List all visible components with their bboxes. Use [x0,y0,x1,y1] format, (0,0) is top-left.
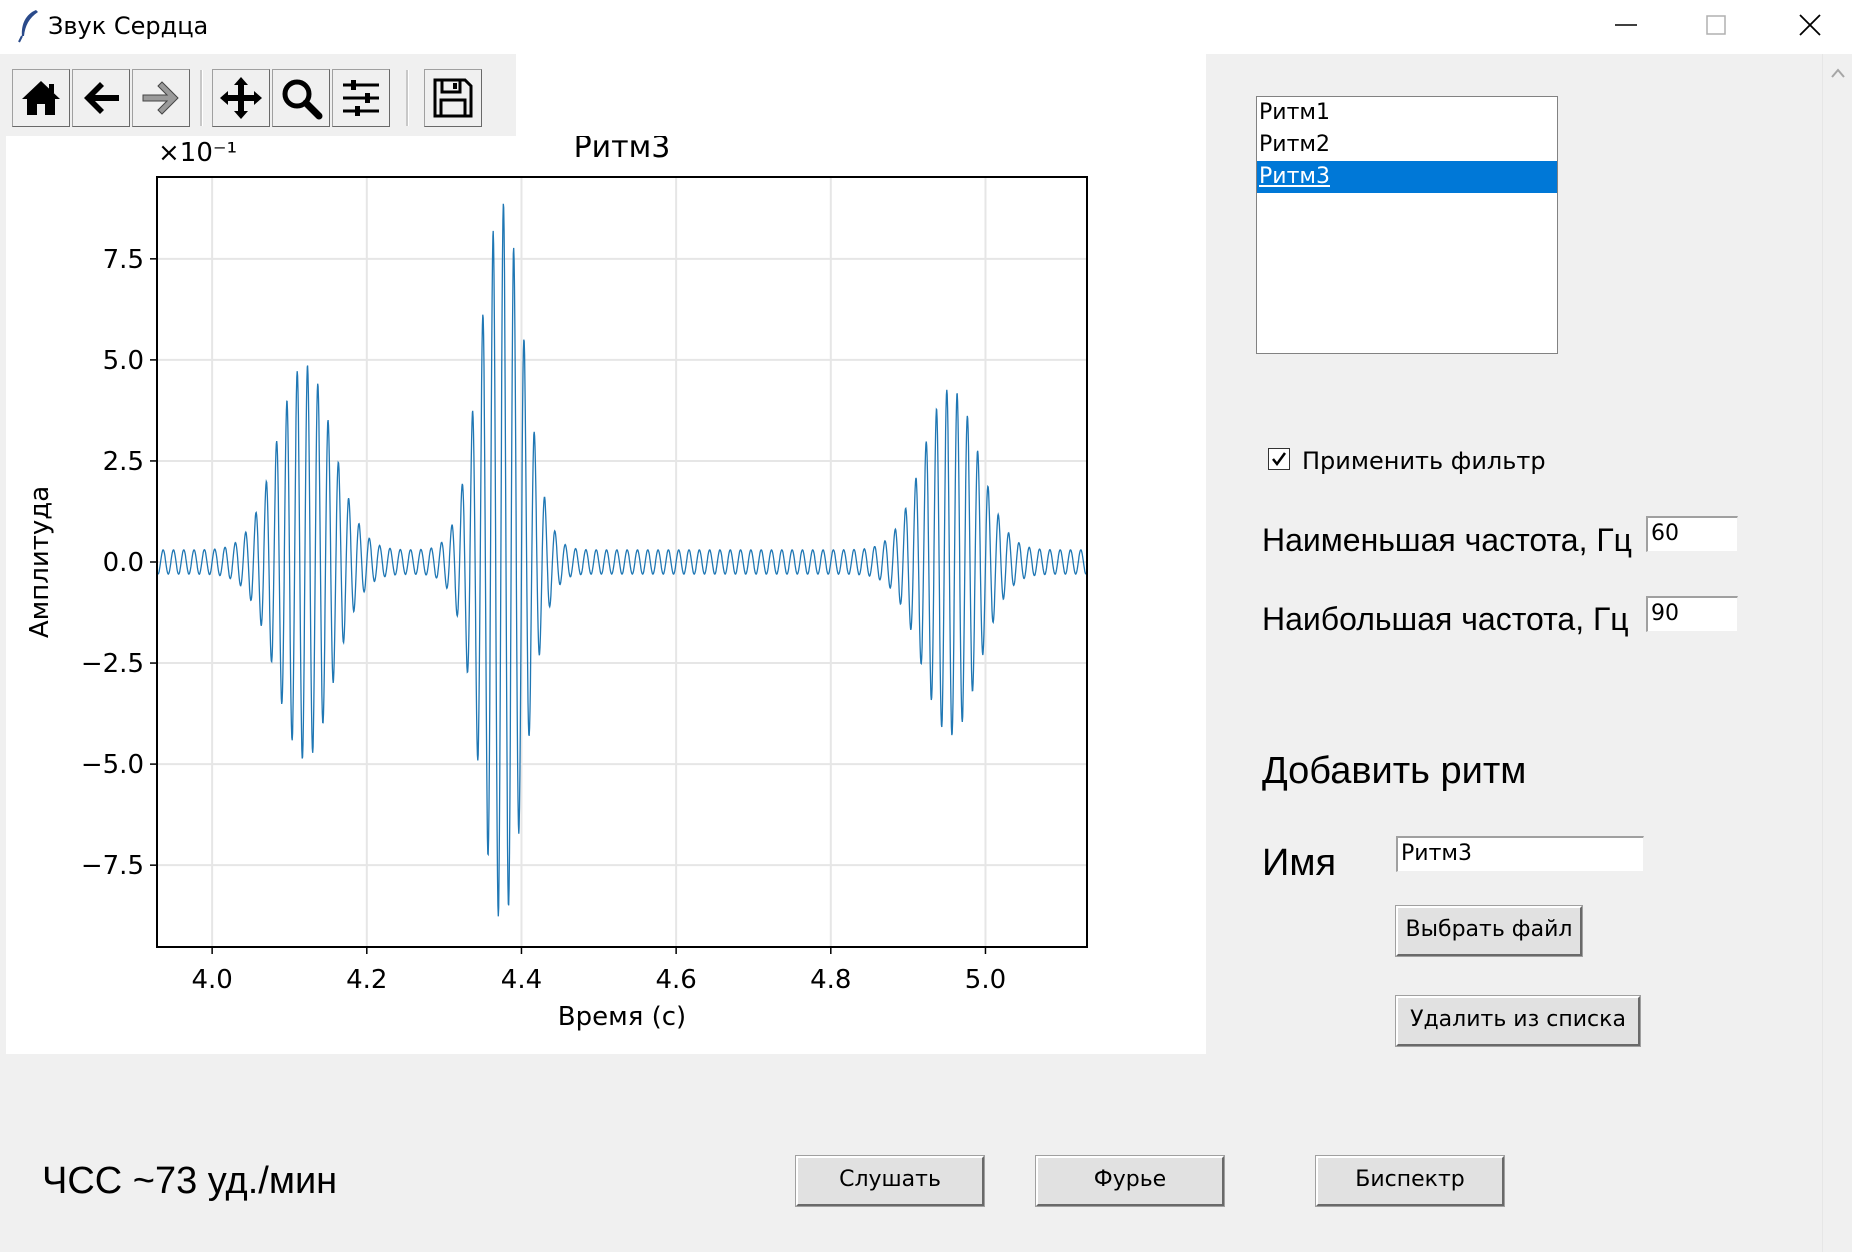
minimize-icon [1615,24,1637,26]
configure-subplots-button[interactable] [332,69,390,127]
add-rhythm-title: Добавить ритм [1262,750,1527,792]
choose-file-button[interactable]: Выбрать файл [1395,905,1583,957]
y-tick-label: 7.5 [103,245,144,275]
x-tick-label: 4.2 [346,965,387,995]
window-title: Звук Сердца [48,12,209,40]
toolbar-separator [406,70,409,126]
back-icon [84,82,119,114]
zoom-icon [282,79,323,120]
chart-grid [158,178,1086,946]
x-tick-label: 5.0 [965,965,1006,995]
x-tick-label: 4.0 [191,965,232,995]
pan-button[interactable] [212,69,270,127]
name-label: Имя [1262,842,1337,884]
x-axis-ticks: 4.0 4.2 4.4 4.6 4.8 5.0 [191,946,1006,995]
title-bar: Звук Сердца [0,0,1852,54]
min-freq-input[interactable]: 60 [1646,516,1738,552]
max-freq-input[interactable]: 90 [1646,596,1738,632]
home-button[interactable] [12,69,70,127]
maximize-icon [1706,15,1726,35]
y-tick-label: 0.0 [103,548,144,578]
maximize-button[interactable] [1670,0,1762,50]
x-tick-label: 4.8 [810,965,851,995]
apply-filter-checkbox[interactable] [1268,448,1290,470]
y-tick-label: −5.0 [81,750,144,780]
save-icon [433,78,473,118]
signal-chart[interactable]: 4.0 4.2 4.4 4.6 4.8 5.0 7.5 5.0 2.5 0.0 −2.5 −5.0 −… [6,136,1206,1046]
close-icon [1799,14,1821,36]
fourier-button[interactable]: Фурье [1035,1155,1225,1207]
offset-label: ×10⁻¹ [158,138,237,168]
list-item[interactable]: Ритм1 [1257,97,1557,129]
apply-filter-label: Применить фильтр [1302,447,1546,475]
remove-from-list-button[interactable]: Удалить из списка [1395,995,1641,1047]
minimize-button[interactable] [1580,0,1672,50]
list-item-selected[interactable]: Ритм3 [1257,161,1557,193]
name-input[interactable]: Ритм3 [1396,836,1644,872]
forward-button[interactable] [132,69,190,127]
plot-toolbar [6,54,516,136]
save-button[interactable] [424,69,482,127]
vertical-scrollbar[interactable] [1822,54,1852,1252]
x-axis-label: Время (с) [558,1002,686,1032]
pan-icon [220,77,262,119]
min-freq-label: Наименьшая частота, Гц [1262,522,1632,558]
chart-title: Ритм3 [574,136,671,165]
close-button[interactable] [1764,0,1852,50]
heart-rate-label: ЧСС ~73 уд./мин [42,1160,338,1202]
back-button[interactable] [72,69,130,127]
y-axis-label: Амплитуда [25,486,55,638]
signal-line [157,203,1087,917]
checkmark-icon [1272,452,1287,467]
y-tick-label: 5.0 [103,346,144,376]
y-tick-label: −2.5 [81,649,144,679]
y-tick-label: 2.5 [103,447,144,477]
listen-button[interactable]: Слушать [795,1155,985,1207]
feather-icon [18,10,38,43]
zoom-button[interactable] [272,69,330,127]
rhythm-listbox[interactable]: Ритм1 Ритм2 Ритм3 [1256,96,1558,354]
toolbar-separator [200,70,203,126]
configure-subplots-icon [343,80,379,116]
forward-icon [142,81,179,115]
y-tick-label: −7.5 [81,851,144,881]
home-icon [22,81,60,115]
y-axis-ticks: 7.5 5.0 2.5 0.0 −2.5 −5.0 −7.5 [81,245,158,881]
bispectrum-button[interactable]: Биспектр [1315,1155,1505,1207]
chevron-up-icon[interactable] [1831,68,1845,78]
x-tick-label: 4.4 [501,965,542,995]
x-tick-label: 4.6 [655,965,696,995]
list-item[interactable]: Ритм2 [1257,129,1557,161]
max-freq-label: Наибольшая частота, Гц [1262,601,1629,637]
